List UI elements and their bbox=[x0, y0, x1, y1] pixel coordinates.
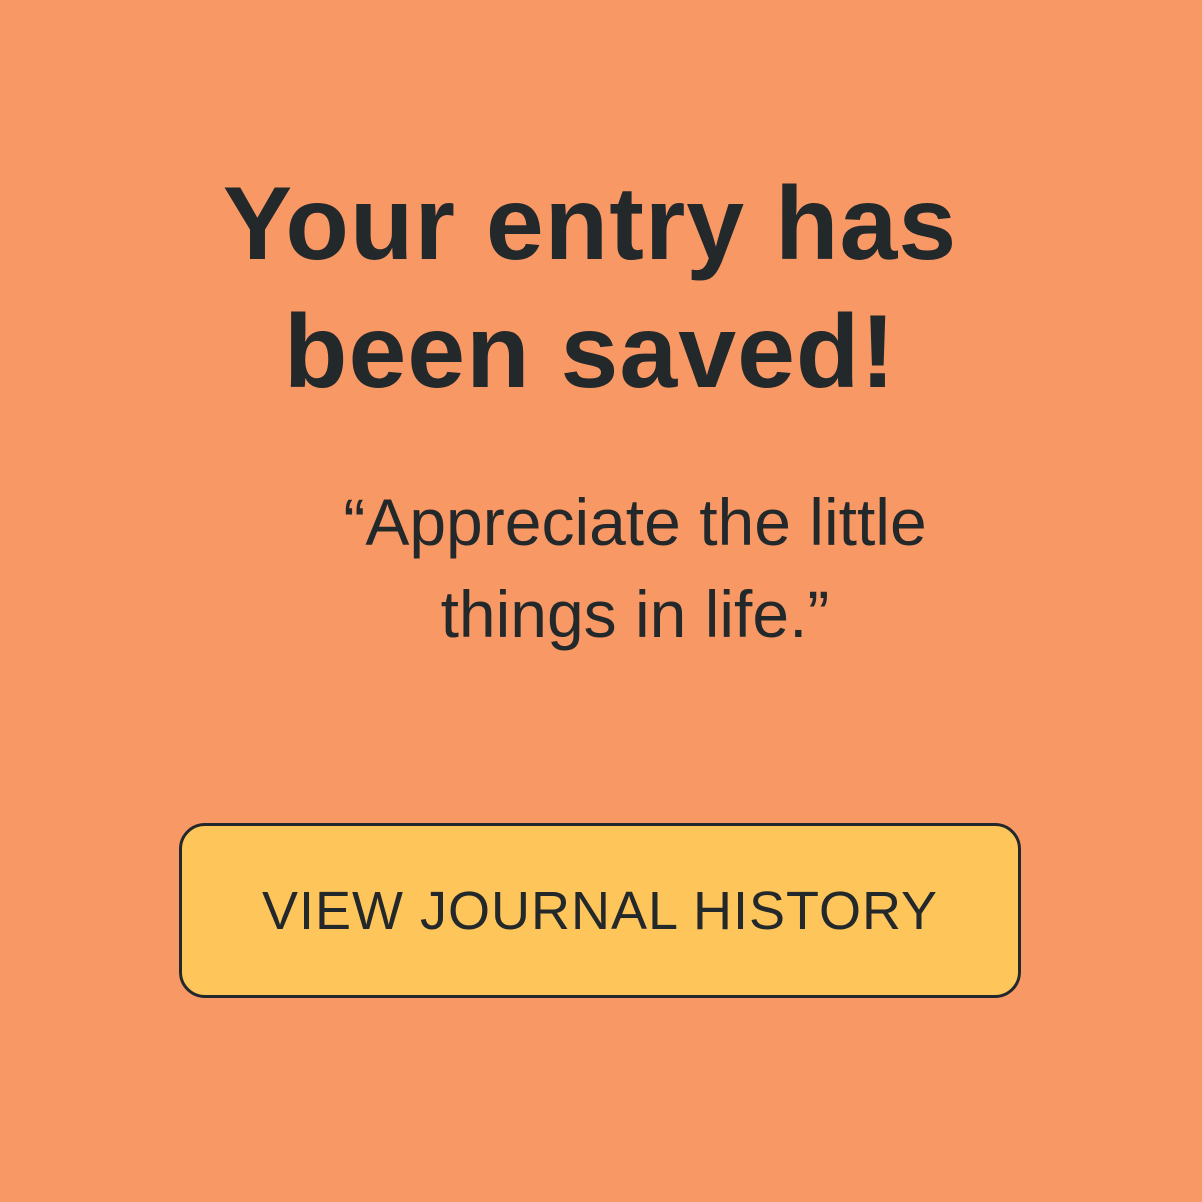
inspirational-quote: “Appreciate the little things in life.” bbox=[343, 485, 927, 651]
view-journal-history-button[interactable]: VIEW JOURNAL HISTORY bbox=[179, 823, 1021, 998]
confirmation-title: Your entry has been saved! bbox=[222, 166, 958, 410]
confirmation-screen: Your entry has been saved! “Appreciate t… bbox=[0, 0, 1202, 1202]
